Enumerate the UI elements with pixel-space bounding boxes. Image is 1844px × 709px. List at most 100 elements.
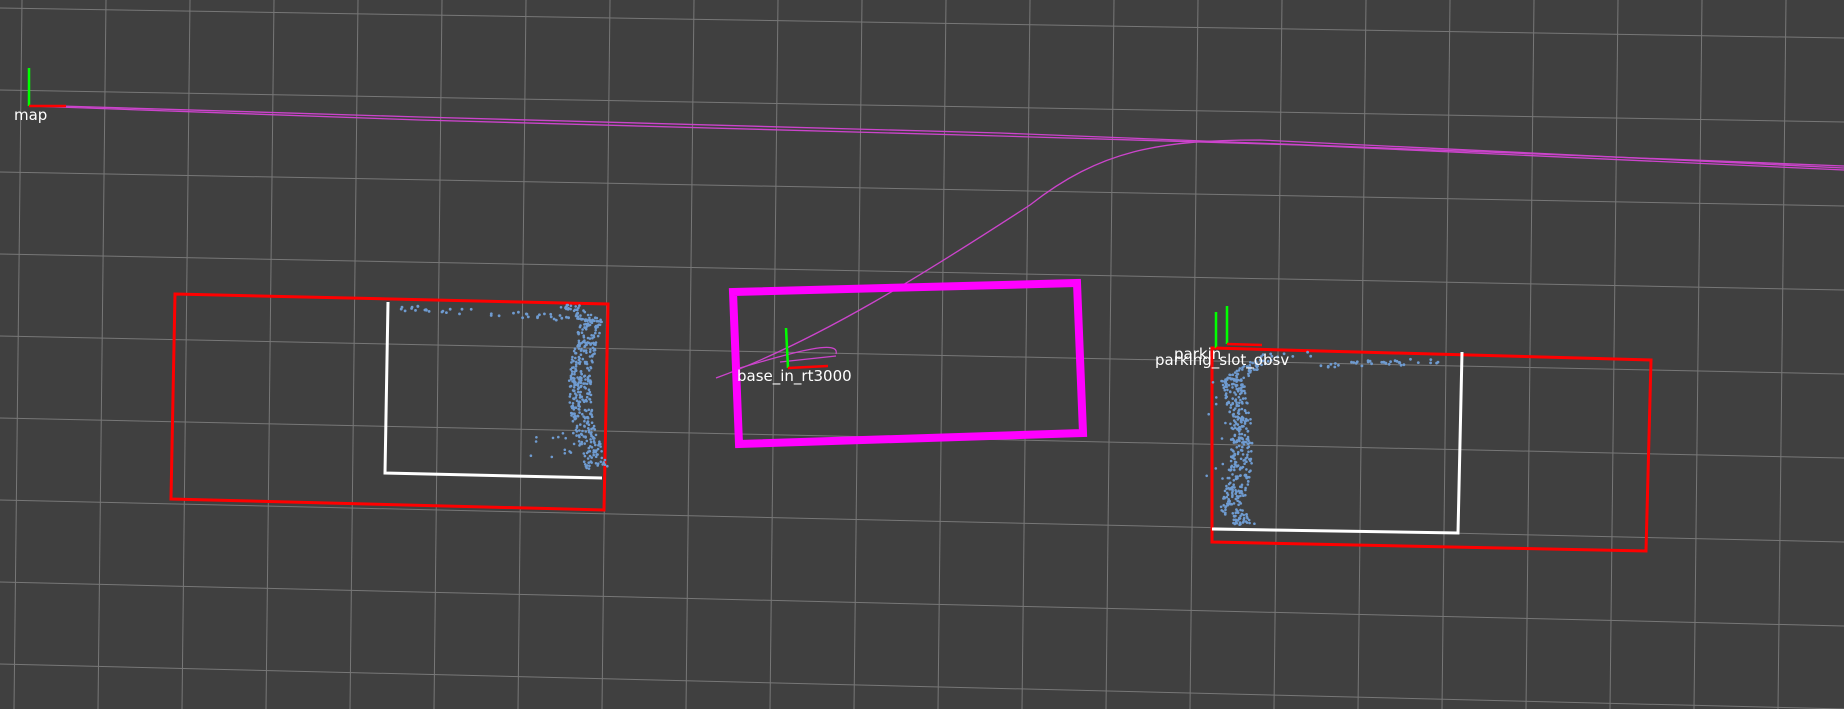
point-cloud-dot	[583, 326, 587, 330]
point-cloud-dot	[589, 460, 593, 463]
point-cloud-dot	[589, 440, 593, 444]
point-cloud-dot	[1242, 520, 1245, 524]
point-cloud-dot	[588, 398, 592, 401]
point-cloud-dot	[1246, 401, 1249, 405]
point-cloud-dot	[1231, 485, 1234, 489]
point-cloud-dot	[579, 381, 583, 385]
point-cloud-dot	[587, 430, 591, 434]
point-cloud-dot	[578, 429, 581, 432]
point-cloud-dot	[1238, 392, 1242, 396]
point-cloud-dot	[592, 453, 595, 457]
point-cloud-dot	[1234, 477, 1238, 481]
point-cloud-dot	[574, 396, 578, 399]
3d-viewport[interactable]: map base_in_rt3000 parkin parking_slot_o…	[0, 0, 1844, 709]
point-cloud-dot	[583, 323, 586, 326]
point-cloud-dot	[588, 454, 592, 458]
point-cloud-dot	[572, 386, 576, 389]
point-cloud-dot	[589, 400, 593, 404]
point-cloud-dot	[552, 317, 556, 321]
point-cloud-dot	[1225, 495, 1229, 499]
point-cloud-dot	[1239, 457, 1243, 461]
point-cloud-dot	[1241, 383, 1244, 386]
point-cloud-dot	[1244, 419, 1248, 423]
point-cloud-dot	[590, 421, 594, 425]
point-cloud-dot	[572, 349, 576, 353]
point-cloud-dot	[579, 442, 582, 446]
point-cloud-dot	[1232, 414, 1235, 418]
point-cloud-dot	[582, 382, 585, 385]
point-cloud-dot	[1221, 462, 1225, 466]
point-cloud-dot	[1240, 421, 1243, 424]
point-cloud-dot	[1226, 502, 1229, 506]
point-cloud-dot	[574, 369, 578, 373]
point-cloud-dot	[581, 357, 585, 361]
point-cloud-dot	[568, 401, 572, 404]
point-cloud-dot	[1240, 432, 1244, 436]
point-cloud-dot	[564, 436, 567, 440]
point-cloud-dot	[549, 312, 553, 316]
point-cloud-dot	[403, 309, 407, 313]
point-cloud-dot	[574, 392, 577, 395]
point-cloud-dot	[1230, 377, 1234, 381]
point-cloud-dot	[560, 316, 564, 320]
point-cloud-dot	[558, 314, 562, 317]
point-cloud-dot	[579, 342, 582, 346]
point-cloud-dot	[1306, 350, 1309, 354]
point-cloud-dot	[1236, 519, 1240, 522]
point-cloud-dot	[572, 442, 576, 446]
point-cloud-dot	[1241, 397, 1245, 400]
point-cloud-dot	[1337, 363, 1340, 367]
point-cloud-dot	[1381, 360, 1385, 364]
point-cloud-dot	[1397, 361, 1401, 364]
point-cloud-dot	[580, 433, 584, 437]
point-cloud-dot	[1248, 521, 1251, 525]
point-cloud-dot	[1239, 522, 1242, 526]
point-cloud-dot	[1240, 400, 1244, 404]
point-cloud-dot	[1236, 411, 1240, 415]
point-cloud-dot	[589, 393, 593, 397]
point-cloud-dot	[1211, 381, 1215, 384]
point-cloud-dot	[1233, 433, 1237, 437]
point-cloud-dot	[1244, 486, 1247, 490]
point-cloud-dot	[1247, 411, 1250, 415]
point-cloud-dot	[1244, 411, 1248, 415]
point-cloud-dot	[1232, 450, 1235, 453]
point-cloud-dot	[1241, 445, 1244, 449]
point-cloud-dot	[574, 305, 577, 308]
point-cloud-dot	[1233, 379, 1236, 382]
point-cloud-dot	[1239, 490, 1242, 494]
point-cloud-dot	[586, 313, 590, 317]
point-cloud-dot	[591, 360, 594, 364]
point-cloud-dot	[1220, 437, 1224, 440]
point-cloud-dot	[1207, 412, 1210, 416]
point-cloud-dot	[1246, 442, 1250, 445]
point-cloud-dot	[587, 408, 591, 412]
point-cloud-dot	[1389, 360, 1392, 363]
point-cloud-dot	[587, 450, 590, 453]
point-cloud-dot	[588, 337, 592, 340]
point-cloud-dot	[593, 352, 596, 355]
point-cloud-dot	[597, 444, 600, 447]
point-cloud-dot	[1228, 502, 1231, 505]
point-cloud-dot	[1238, 432, 1241, 436]
point-cloud-dot	[1246, 453, 1249, 457]
point-cloud-dot	[1241, 465, 1245, 469]
point-cloud-dot	[1237, 450, 1240, 454]
point-cloud-dot	[1231, 512, 1235, 515]
point-cloud-dot	[577, 358, 581, 362]
point-cloud-dot	[549, 315, 553, 319]
point-cloud-dot	[1242, 425, 1245, 428]
point-cloud-dot	[1237, 426, 1241, 430]
point-cloud-dot	[571, 355, 574, 359]
point-cloud-dot	[399, 307, 403, 311]
point-cloud-dot	[1228, 410, 1231, 414]
point-cloud-dot	[1250, 450, 1253, 453]
point-cloud-dot	[599, 445, 602, 448]
point-cloud-dot	[592, 334, 595, 337]
point-cloud-dot	[1243, 462, 1246, 466]
point-cloud-dot	[1435, 361, 1438, 365]
point-cloud-dot	[1333, 365, 1337, 369]
point-cloud-dot	[1409, 357, 1412, 361]
point-cloud-dot	[591, 346, 595, 350]
point-cloud-dot	[529, 454, 533, 458]
